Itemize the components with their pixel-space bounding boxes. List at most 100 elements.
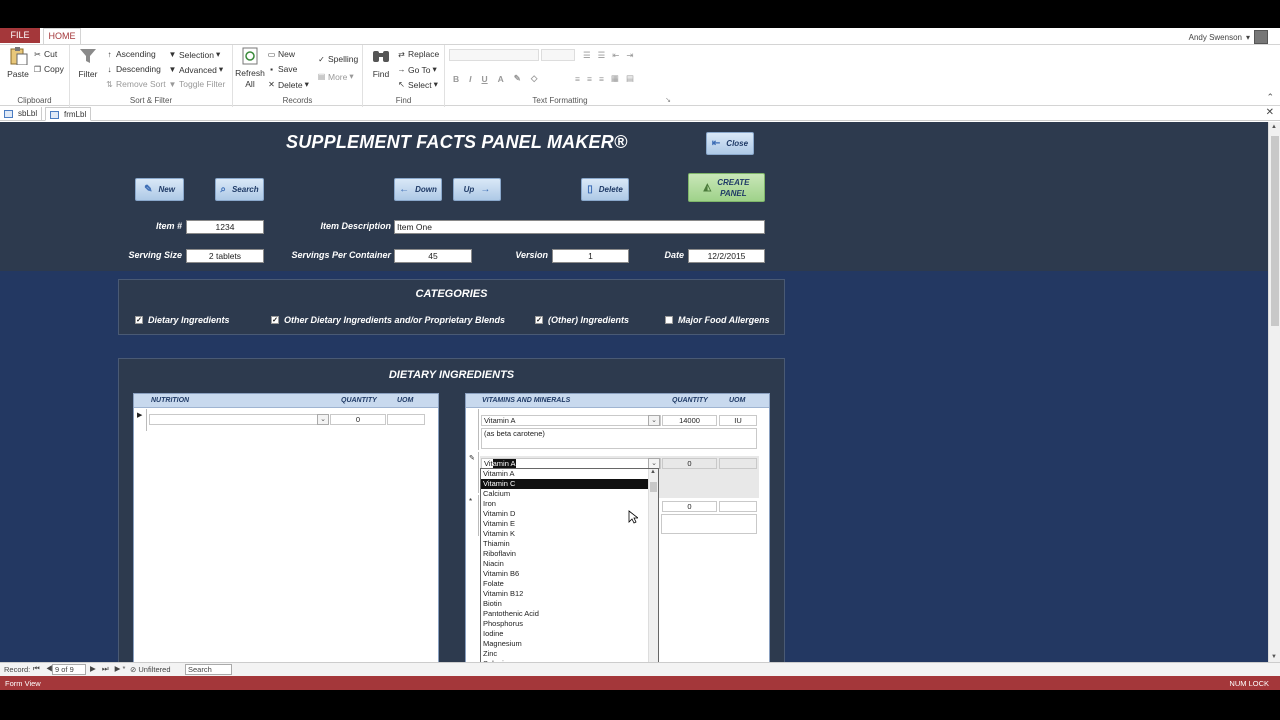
new-button[interactable]: ✎ New [135,178,184,201]
dropdown-option[interactable]: Thiamin [481,539,658,549]
ascending-button[interactable]: ↑ Ascending [105,49,156,59]
user-name[interactable]: Andy Swenson [1189,33,1242,42]
major-food-allergens-checkbox[interactable]: Major Food Allergens [665,315,770,325]
file-tab[interactable]: FILE [0,28,40,43]
dropdown-option[interactable]: Calcium [481,489,658,499]
nutrition-uom-cell[interactable] [387,414,425,425]
vitamin-qty-new-cell[interactable]: 0 [662,501,717,512]
cut-button[interactable]: ✂ Cut [33,49,57,59]
delete-record-button[interactable]: ✕ Delete ▾ [267,79,309,90]
descending-button[interactable]: ↓ Descending [105,64,161,74]
advanced-button[interactable]: ▼ Advanced ▾ [168,64,224,75]
search-button[interactable]: ⌕ Search [215,178,264,201]
dropdown-option[interactable]: Iron [481,499,658,509]
dropdown-option[interactable]: Vitamin K [481,529,658,539]
close-document-icon[interactable]: ✕ [1266,107,1274,118]
delete-button[interactable]: ▯ Delete [581,178,629,201]
new-record-button[interactable]: ▭ New [267,49,295,59]
dialog-launcher-icon[interactable]: ↘ [665,96,671,104]
dropdown-option[interactable]: Folate [481,579,658,589]
version-field[interactable]: 1 [552,249,629,263]
dropdown-option[interactable]: Vitamin C [481,479,658,489]
scroll-up-icon[interactable]: ▲ [1271,124,1277,130]
other-ingredients-checkbox[interactable]: ✓ (Other) Ingredients [535,315,629,325]
vitamin-note-new-cell[interactable] [661,514,757,534]
align-center-icon[interactable]: ≡ [587,74,597,84]
scroll-thumb[interactable] [1271,136,1279,326]
up-button[interactable]: Up → [453,178,501,201]
dropdown-scrollbar[interactable]: ▲ ▼ [648,469,658,662]
font-name-select[interactable] [449,49,539,61]
dropdown-option[interactable]: Zinc [481,649,658,659]
select-button[interactable]: ↖ Select ▾ [397,79,438,90]
filter-button[interactable]: Filter [76,47,100,79]
italic-button[interactable]: I [469,74,471,84]
remove-sort-button[interactable]: ⇅ Remove Sort [105,79,165,89]
dietary-ingredients-checkbox[interactable]: ✓ Dietary Ingredients [135,315,230,325]
dropdown-option[interactable]: Pantothenic Acid [481,609,658,619]
dropdown-option[interactable]: Phosphorus [481,619,658,629]
go-to-button[interactable]: → Go To ▾ [397,64,437,75]
item-description-field[interactable]: Item One [394,220,765,234]
nutrition-qty-cell[interactable]: 0 [330,414,386,425]
find-button[interactable]: Find [369,47,393,79]
align-left-icon[interactable]: ≡ [575,74,585,84]
refresh-all-button[interactable]: Refresh All [235,47,265,89]
save-record-button[interactable]: ▪ Save [267,64,297,74]
more-button[interactable]: ▤ More ▾ [317,71,354,82]
dropdown-option[interactable]: Vitamin B12 [481,589,658,599]
create-panel-button[interactable]: ◭ CREATE PANEL [688,173,765,202]
vitamin-uom-new-cell[interactable] [719,501,757,512]
dropdown-option[interactable]: Iodine [481,629,658,639]
dropdown-option[interactable]: Magnesium [481,639,658,649]
new-record-selector[interactable]: * [466,495,479,536]
filter-status[interactable]: ⊘ Unfiltered [130,665,171,674]
vitamin-note-cell[interactable]: (as beta carotene) [481,428,757,449]
form-scrollbar[interactable]: ▲ ▼ [1268,122,1280,662]
underline-button[interactable]: U [482,74,488,84]
record-selector[interactable]: ✎ [466,452,479,493]
navigation-search-input[interactable]: Search [185,664,232,675]
paste-button[interactable]: Paste [6,47,30,79]
date-field[interactable]: 12/2/2015 [688,249,765,263]
down-button[interactable]: ← Down [394,178,442,201]
servings-per-container-field[interactable]: 45 [394,249,472,263]
selection-button[interactable]: ▼ Selection ▾ [168,49,221,60]
vitamin-qty-cell[interactable]: 0 [662,458,717,469]
nav-next-last-new-buttons[interactable]: ▶ ⏭ ▶* [90,664,127,674]
scroll-up-icon[interactable]: ▲ [650,469,656,475]
vitamin-uom-cell[interactable] [719,458,757,469]
scroll-thumb[interactable] [650,482,657,492]
toggle-filter-button[interactable]: ▼ Toggle Filter [168,79,226,89]
dropdown-option[interactable]: Riboflavin [481,549,658,559]
close-button[interactable]: ⇤ Close [706,132,754,155]
scroll-down-icon[interactable]: ▼ [1271,654,1277,660]
other-dietary-checkbox[interactable]: ✓ Other Dietary Ingredients and/or Propri… [271,315,505,325]
spelling-button[interactable]: ✓ Spelling [317,54,358,64]
tab-sblbl[interactable]: sbLbl [0,107,43,121]
serving-size-field[interactable]: 2 tablets [186,249,264,263]
user-account[interactable]: Andy Swenson ▾ [1189,30,1268,44]
font-color-icon[interactable]: A [498,74,504,84]
copy-button[interactable]: ❐ Copy [33,64,64,74]
tab-frmlbl[interactable]: frmLbl [45,107,92,121]
vitamin-dropdown-list[interactable]: Vitamin A Vitamin C Calcium Iron Vitamin D Vi… [480,468,659,662]
vitamin-name-cell[interactable]: Vitamin A [481,415,661,426]
nutrition-dropdown-button[interactable]: ⌄ [317,414,329,425]
vitamin-qty-cell[interactable]: 14000 [662,415,717,426]
gridlines-icon[interactable]: ▦ [611,73,624,84]
home-tab[interactable]: HOME [43,28,81,45]
dropdown-option[interactable]: Biotin [481,599,658,609]
dropdown-option[interactable]: Niacin [481,559,658,569]
dropdown-option[interactable]: Vitamin B6 [481,569,658,579]
replace-button[interactable]: ⇄ Replace [397,49,439,59]
nutrition-name-cell[interactable] [149,414,329,425]
vitamin-dropdown-button[interactable]: ⌄ [648,415,660,426]
fill-color-icon[interactable]: ◇ [531,73,538,84]
bold-button[interactable]: B [453,74,459,84]
collapse-ribbon-icon[interactable]: ⌃ [1266,92,1274,103]
dropdown-option[interactable]: Vitamin A [481,469,658,479]
align-right-icon[interactable]: ≡ [599,74,609,84]
record-selector[interactable] [466,409,479,450]
highlight-icon[interactable]: ✎ [514,73,521,84]
